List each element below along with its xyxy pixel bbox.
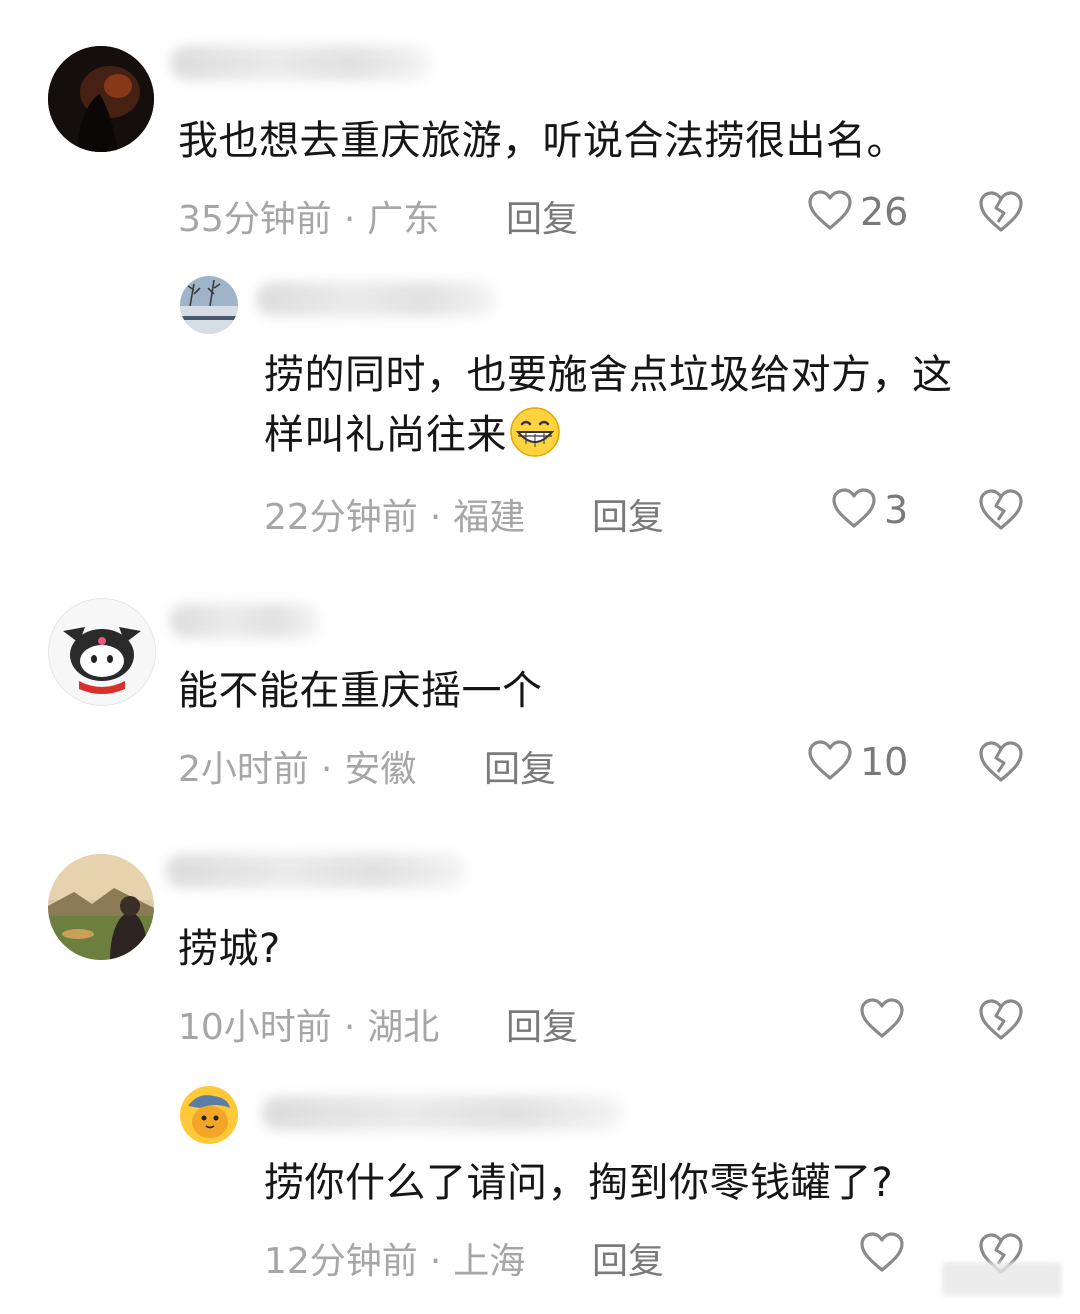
broken-heart-icon — [976, 999, 1026, 1046]
reply-text-line2: 样叫礼尚往来 — [264, 406, 563, 474]
meta-separator: · — [429, 497, 442, 538]
reply-button[interactable]: 回复 — [592, 1232, 664, 1284]
meta-separator: · — [343, 1007, 356, 1048]
comment-time: 12分钟前 — [264, 1241, 418, 1282]
reply-item: 捞你什么了请问，掏到你零钱罐了? 12分钟前 · 上海 回复 — [0, 1070, 1080, 1314]
heart-outline-icon — [830, 486, 878, 534]
heart-outline-icon — [858, 996, 906, 1044]
avatar[interactable] — [48, 598, 156, 706]
watermark — [942, 1262, 1062, 1296]
comment-time: 10小时前 — [178, 1007, 332, 1048]
dislike-button[interactable] — [976, 486, 1026, 534]
comment-meta: 2小时前 · 安徽 — [178, 740, 416, 792]
avatar[interactable] — [180, 276, 238, 334]
comment-location: 福建 — [453, 497, 526, 538]
reply-text-line1: 捞的同时，也要施舍点垃圾给对方，这 — [264, 352, 953, 398]
heart-outline-icon — [806, 738, 854, 786]
username-blurred[interactable] — [262, 1096, 622, 1130]
heart-outline-icon — [806, 188, 854, 236]
meta-separator: · — [343, 199, 356, 240]
comment-meta: 12分钟前 · 上海 — [264, 1232, 525, 1284]
reply-button[interactable]: 回复 — [484, 740, 556, 792]
username-blurred[interactable] — [166, 854, 466, 888]
comment-time: 22分钟前 — [264, 497, 418, 538]
meta-separator: · — [429, 1241, 442, 1282]
comment-item: 捞城? 10小时前 · 湖北 回复 — [0, 830, 1080, 1070]
like-count: 3 — [884, 488, 909, 532]
reply-text: 样叫礼尚往来 — [264, 412, 507, 458]
comment-meta: 35分钟前 · 广东 — [178, 190, 439, 242]
comment-item: 能不能在重庆摇一个 2小时前 · 安徽 回复 10 — [0, 560, 1080, 830]
dislike-button[interactable] — [976, 188, 1026, 236]
meta-separator: · — [320, 749, 333, 790]
comment-location: 安徽 — [344, 749, 417, 790]
heart-outline-icon — [858, 1230, 906, 1278]
comment-text: 捞城? — [178, 926, 281, 972]
comment-item: 我也想去重庆旅游，听说合法捞很出名。 35分钟前 · 广东 回复 26 — [0, 0, 1080, 260]
comment-meta: 22分钟前 · 福建 — [264, 488, 525, 540]
comment-location: 湖北 — [367, 1007, 440, 1048]
reply-item: 捞的同时，也要施舍点垃圾给对方，这 样叫礼尚往来 22分钟前 · 福建 回复 3 — [0, 260, 1080, 560]
dislike-button[interactable] — [976, 996, 1026, 1044]
comment-location: 上海 — [453, 1241, 526, 1282]
comment-text: 能不能在重庆摇一个 — [178, 668, 543, 714]
comment-meta: 10小时前 · 湖北 — [178, 998, 439, 1050]
like-count: 26 — [860, 190, 909, 234]
like-count: 10 — [860, 740, 909, 784]
reply-button[interactable]: 回复 — [506, 190, 578, 242]
username-blurred[interactable] — [170, 46, 430, 80]
broken-heart-icon — [976, 191, 1026, 238]
broken-heart-icon — [976, 741, 1026, 788]
comment-location: 广东 — [367, 199, 440, 240]
comment-time: 2小时前 — [178, 749, 309, 790]
avatar[interactable] — [180, 1086, 238, 1144]
like-button[interactable] — [858, 1230, 906, 1278]
like-button[interactable]: 3 — [830, 486, 908, 534]
username-blurred[interactable] — [170, 604, 320, 638]
dislike-button[interactable] — [976, 738, 1026, 786]
like-button[interactable]: 26 — [806, 188, 908, 236]
comment-time: 35分钟前 — [178, 199, 332, 240]
reply-button[interactable]: 回复 — [592, 488, 664, 540]
reply-button[interactable]: 回复 — [506, 998, 578, 1050]
reply-text: 捞你什么了请问，掏到你零钱罐了? — [264, 1160, 894, 1206]
avatar[interactable] — [48, 46, 154, 152]
broken-heart-icon — [976, 489, 1026, 536]
like-button[interactable] — [858, 996, 906, 1044]
like-button[interactable]: 10 — [806, 738, 908, 786]
comment-text: 我也想去重庆旅游，听说合法捞很出名。 — [178, 118, 907, 164]
avatar[interactable] — [48, 854, 154, 960]
username-blurred[interactable] — [256, 282, 496, 316]
grinning-face-emoji — [507, 406, 563, 474]
